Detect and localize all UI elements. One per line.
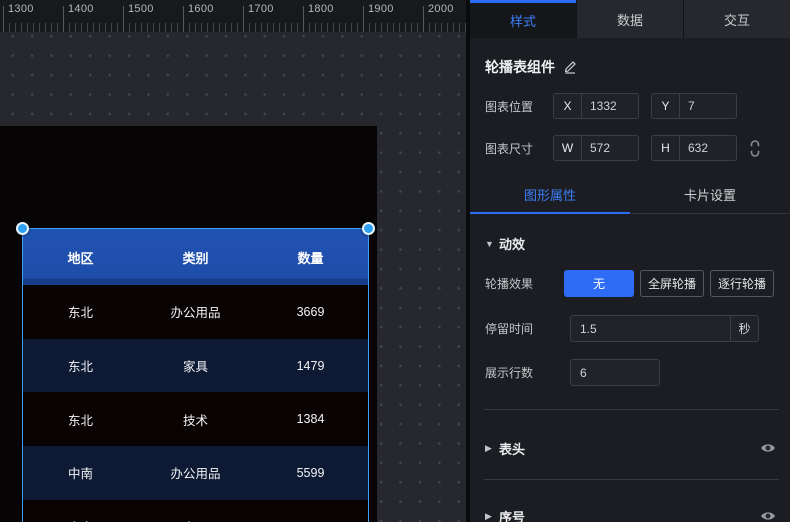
effect-row-by-row-button[interactable]: 逐行轮播 — [710, 270, 774, 297]
visibility-toggle eye-icon[interactable] — [760, 510, 776, 522]
app-window: 1300 1400 1500 1600 1700 1800 1900 2000 … — [0, 0, 790, 522]
horizontal-ruler: 1300 1400 1500 1600 1700 1800 1900 2000 — [0, 0, 466, 32]
table-cell: 家具 — [138, 356, 253, 375]
dwell-time-label: 停留时间 — [485, 320, 564, 337]
ruler-tick-label: 1800 — [308, 3, 334, 15]
rows-shown-input[interactable] — [571, 360, 659, 385]
table-header-cell: 数量 — [253, 248, 368, 267]
x-position-field[interactable]: X — [553, 93, 639, 119]
table-cell: 办公用品 — [138, 463, 253, 482]
y-position-field[interactable]: Y — [651, 93, 737, 119]
width-input[interactable] — [582, 136, 638, 160]
component-title-row: 轮播表组件 — [485, 57, 790, 77]
chart-size-row: 图表尺寸 W H — [470, 135, 790, 161]
table-row: 东北 办公用品 3669 — [23, 285, 368, 339]
carousel-effect-row: 轮播效果 无 全屏轮播 逐行轮播 — [470, 270, 790, 297]
tab-interaction[interactable]: 交互 — [683, 0, 790, 38]
w-tag: W — [554, 136, 582, 160]
x-input[interactable] — [582, 94, 638, 118]
chevron-down-icon: ▼ — [485, 239, 499, 249]
carousel-effect-label: 轮播效果 — [485, 275, 564, 292]
table-cell: 办公用品 — [138, 302, 253, 321]
h-tag: H — [652, 136, 680, 160]
table-cell: 技术 — [138, 410, 253, 429]
ruler-tick-label: 1400 — [68, 3, 94, 15]
tab-style[interactable]: 样式 — [470, 0, 576, 38]
subtab-card-settings[interactable]: 卡片设置 — [630, 176, 790, 213]
chevron-right-icon: ▶ — [485, 443, 499, 454]
ruler-tick-label: 1300 — [8, 3, 34, 15]
rows-shown-row: 展示行数 — [470, 359, 790, 386]
panel-subtabs: 图形属性 卡片设置 — [470, 176, 790, 214]
table-cell: 1479 — [253, 359, 368, 373]
chart-position-label: 图表位置 — [485, 98, 553, 115]
rows-shown-label: 展示行数 — [485, 364, 564, 381]
carousel-table-widget[interactable]: 地区 类别 数量 东北 办公用品 3669 东北 家具 1479 东北 技术 — [22, 228, 369, 522]
chart-size-label: 图表尺寸 — [485, 140, 553, 157]
table-cell: 1384 — [253, 412, 368, 426]
chevron-right-icon: ▶ — [485, 511, 499, 522]
table-header-cell: 类别 — [138, 248, 253, 267]
table-row: 东北 技术 1384 — [23, 392, 368, 446]
table-header-cell: 地区 — [23, 248, 138, 267]
ruler-tick-label: 2000 — [428, 3, 454, 15]
table-cell: 东北 — [23, 410, 138, 429]
table-cell: 东北 — [23, 302, 138, 321]
aspect-ratio-link-icon chain-link-icon[interactable] — [749, 139, 761, 158]
table-cell: 家具 — [138, 517, 253, 522]
component-title: 轮播表组件 — [485, 57, 555, 77]
section-divider — [484, 409, 779, 410]
tab-data[interactable]: 数据 — [576, 0, 683, 38]
ruler-tick-label: 1900 — [368, 3, 394, 15]
y-input[interactable] — [680, 94, 736, 118]
effect-fullscreen-button[interactable]: 全屏轮播 — [640, 270, 704, 297]
ruler-tick-label: 1600 — [188, 3, 214, 15]
y-tag: Y — [652, 94, 680, 118]
section-divider — [484, 479, 779, 480]
properties-panel: 样式 数据 交互 轮播表组件 图表位置 X Y — [470, 0, 790, 522]
height-field[interactable]: H — [651, 135, 737, 161]
dwell-time-row: 停留时间 秒 — [470, 315, 790, 342]
ruler-tick-label: 1500 — [128, 3, 154, 15]
chart-position-row: 图表位置 X Y — [470, 93, 790, 119]
dwell-time-field[interactable]: 秒 — [570, 315, 759, 342]
subtab-graphic-properties[interactable]: 图形属性 — [470, 176, 630, 213]
resize-handle-top-right[interactable] — [362, 222, 375, 235]
height-input[interactable] — [680, 136, 736, 160]
width-field[interactable]: W — [553, 135, 639, 161]
panel-tabbar: 样式 数据 交互 — [470, 0, 790, 38]
table-row: 中南 办公用品 5599 — [23, 446, 368, 500]
effect-none-button[interactable]: 无 — [564, 270, 634, 297]
x-tag: X — [554, 94, 582, 118]
rows-shown-field[interactable] — [570, 359, 660, 386]
table-cell: 3669 — [253, 305, 368, 319]
dashboard-screen[interactable]: 地区 类别 数量 东北 办公用品 3669 东北 家具 1479 东北 技术 — [0, 126, 377, 522]
table-cell: 中南 — [23, 463, 138, 482]
edit-name-icon pencil-icon[interactable] — [563, 60, 577, 74]
table-header-section-title: 表头 — [499, 439, 525, 458]
animation-section-header[interactable]: ▼ 动效 — [470, 235, 790, 252]
visibility-toggle eye-icon[interactable] — [760, 442, 776, 454]
table-header-section[interactable]: ▶ 表头 — [470, 440, 790, 457]
resize-handle-top-left[interactable] — [16, 222, 29, 235]
table-cell: 5599 — [253, 466, 368, 480]
table-cell: 东北 — [23, 356, 138, 375]
table-row: 中南 家具 2035 — [23, 500, 368, 522]
table-row: 东北 家具 1479 — [23, 339, 368, 393]
row-number-section[interactable]: ▶ 序号 — [470, 508, 790, 522]
ruler-tick-label: 1700 — [248, 3, 274, 15]
row-number-section-title: 序号 — [499, 507, 525, 522]
table-cell: 中南 — [23, 517, 138, 522]
table-header-row: 地区 类别 数量 — [23, 229, 368, 285]
animation-section-title: 动效 — [499, 234, 525, 253]
dwell-time-input[interactable] — [571, 316, 730, 341]
dwell-time-unit: 秒 — [730, 316, 758, 341]
design-canvas[interactable]: 地区 类别 数量 东北 办公用品 3669 东北 家具 1479 东北 技术 — [0, 32, 466, 522]
